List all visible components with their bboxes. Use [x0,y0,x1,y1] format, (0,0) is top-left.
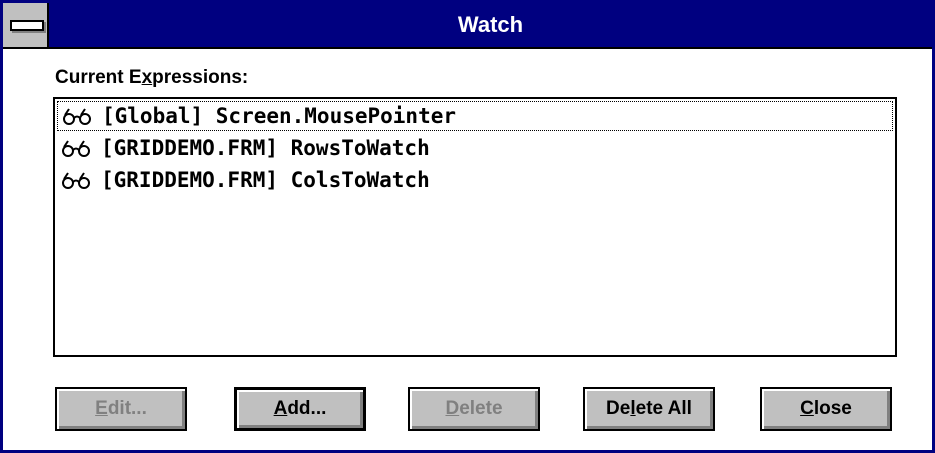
delete-mnemonic: D [445,398,460,419]
expression-text: [Global] Screen.MousePointer [102,104,457,128]
close-button[interactable]: Close [760,387,892,431]
edit-mnemonic: E [95,398,108,419]
add-label: dd... [287,398,327,419]
current-expressions-label: Current Expressions: [55,67,249,88]
eyeglasses-icon [63,108,91,125]
expression-text: [GRIDDEMO.FRM] RowsToWatch [101,136,430,160]
list-item[interactable]: [GRIDDEMO.FRM] RowsToWatch [57,133,893,163]
expressions-listbox[interactable]: [Global] Screen.MousePointer [GRIDDEMO.F… [53,97,897,357]
system-menu-button[interactable] [3,3,49,47]
list-item[interactable]: [Global] Screen.MousePointer [57,101,893,131]
expression-text: [GRIDDEMO.FRM] ColsToWatch [101,168,430,192]
add-mnemonic: A [273,398,288,419]
system-menu-icon [10,20,44,31]
delete-all-label-pre: De [606,398,631,419]
close-label: lose [813,398,852,419]
close-mnemonic: C [800,398,814,419]
delete-button[interactable]: Delete [408,387,540,431]
delete-label: elete [459,398,503,419]
window-title: Watch [457,12,524,37]
delete-all-button[interactable]: Delete All [583,387,715,431]
delete-all-label: ete All [635,398,692,419]
edit-button[interactable]: Edit... [55,387,187,431]
title-bar[interactable]: Watch [3,3,932,49]
edit-label: dit... [107,398,147,419]
add-button[interactable]: Add... [234,387,366,431]
watch-window: Watch Current Expressions: [Global] Scre… [0,0,935,453]
list-item[interactable]: [GRIDDEMO.FRM] ColsToWatch [57,165,893,195]
eyeglasses-icon [62,172,90,189]
eyeglasses-icon [62,140,90,157]
